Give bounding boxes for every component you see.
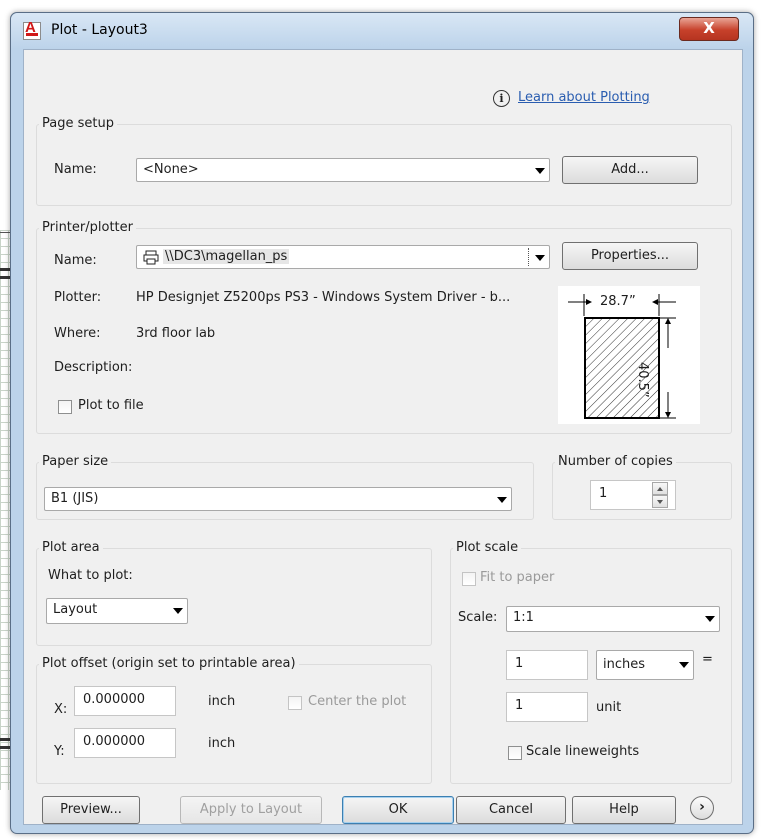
info-icon: i [493, 90, 510, 107]
what-to-plot-dropdown[interactable]: Layout [46, 598, 188, 624]
learn-about-plotting-link[interactable]: Learn about Plotting [518, 90, 650, 105]
paper-size-dropdown[interactable]: B1 (JIS) [44, 487, 512, 511]
preview-button[interactable]: Preview... [42, 796, 140, 824]
page-setup-name-dropdown[interactable]: <None> [136, 158, 550, 182]
scale-inches-input[interactable]: 1 [506, 650, 588, 680]
plotter-label: Plotter: [54, 290, 102, 305]
cancel-button[interactable]: Cancel [456, 796, 566, 824]
paper-preview: 28.7” 40.5” [558, 286, 700, 424]
scale-lineweights-checkbox[interactable] [508, 746, 522, 760]
scale-unit-value: 1 [515, 698, 524, 713]
offset-y-input[interactable]: 0.000000 [74, 728, 176, 758]
paper-size-group-label: Paper size [39, 454, 112, 469]
plot-scale-group-label: Plot scale [453, 540, 522, 555]
where-label: Where: [54, 326, 101, 341]
page-setup-name-label: Name: [54, 162, 97, 177]
scale-label: Scale: [458, 610, 498, 625]
dialog-title: Plot - Layout3 [51, 22, 148, 38]
ok-button[interactable]: OK [342, 796, 454, 824]
what-to-plot-label: What to plot: [48, 568, 133, 583]
close-button[interactable]: X [679, 17, 739, 41]
where-value: 3rd floor lab [136, 326, 216, 341]
equals-sign: = [702, 652, 713, 667]
printer-name-label: Name: [54, 253, 97, 268]
plot-area-group [36, 548, 432, 646]
copies-spinner[interactable] [652, 482, 668, 508]
scale-unit-label: unit [596, 700, 622, 715]
spinner-up-icon[interactable] [652, 482, 668, 495]
plot-to-file-checkbox[interactable] [58, 400, 72, 414]
fit-to-paper-label: Fit to paper [480, 570, 555, 585]
plot-dialog: A Plot - Layout3 X i Learn about Plottin… [10, 12, 754, 834]
autocad-app-icon: A [23, 19, 41, 40]
center-plot-checkbox[interactable] [288, 696, 302, 710]
center-plot-label: Center the plot [308, 694, 407, 709]
offset-x-unit: inch [208, 694, 236, 709]
scale-dropdown[interactable]: 1:1 [506, 606, 720, 632]
chevron-down-icon [173, 608, 183, 614]
offset-y-unit: inch [208, 736, 236, 751]
scale-value: 1:1 [513, 610, 534, 625]
spinner-down-icon[interactable] [652, 495, 668, 508]
plotter-value: HP Designjet Z5200ps PS3 - Windows Syste… [136, 290, 511, 305]
copies-group-label: Number of copies [555, 454, 676, 469]
page-setup-name-value: <None> [143, 162, 199, 177]
dialog-body: i Learn about Plotting Page setup Name: … [23, 49, 743, 825]
description-label: Description: [54, 360, 133, 375]
offset-y-label: Y: [54, 744, 65, 759]
page-setup-group-label: Page setup [39, 116, 117, 131]
scale-unit-input[interactable]: 1 [506, 692, 588, 722]
add-page-setup-button[interactable]: Add... [562, 156, 698, 184]
printer-name-value: \\DC3\magellan_ps [163, 249, 290, 264]
printer-name-dropdown[interactable]: \\DC3\magellan_ps [136, 245, 550, 269]
fit-to-paper-checkbox[interactable] [462, 572, 476, 586]
preview-width-label: 28.7” [598, 294, 638, 309]
printer-plotter-group-label: Printer/plotter [39, 220, 136, 235]
offset-x-input[interactable]: 0.000000 [74, 686, 176, 716]
chevron-down-icon [679, 662, 689, 668]
preview-height-label: 40.5” [635, 362, 650, 398]
paper-size-value: B1 (JIS) [51, 491, 99, 506]
apply-to-layout-button[interactable]: Apply to Layout [180, 796, 322, 824]
background-tick [0, 232, 10, 233]
plot-to-file-label: Plot to file [78, 398, 144, 413]
offset-y-value: 0.000000 [83, 734, 146, 749]
plot-offset-group-label: Plot offset (origin set to printable are… [39, 656, 299, 671]
what-to-plot-value: Layout [53, 602, 98, 617]
scale-units-dropdown[interactable]: inches [596, 650, 694, 680]
chevron-down-icon [535, 168, 545, 174]
chevron-down-icon [497, 497, 507, 503]
chevron-down-icon [535, 255, 545, 261]
offset-x-value: 0.000000 [83, 692, 146, 707]
scale-inches-value: 1 [515, 656, 524, 671]
chevron-down-icon [705, 616, 715, 622]
help-button[interactable]: Help [572, 796, 676, 824]
offset-x-label: X: [54, 702, 68, 717]
printer-properties-button[interactable]: Properties... [562, 242, 698, 270]
printer-icon [143, 250, 159, 265]
scale-units-value: inches [603, 657, 646, 672]
expand-options-icon[interactable]: › [690, 796, 714, 820]
plot-offset-group [36, 664, 432, 784]
plot-area-group-label: Plot area [39, 540, 103, 555]
title-bar[interactable]: A Plot - Layout3 X [11, 13, 753, 49]
copies-value: 1 [599, 486, 608, 501]
scale-lineweights-label: Scale lineweights [526, 744, 640, 759]
